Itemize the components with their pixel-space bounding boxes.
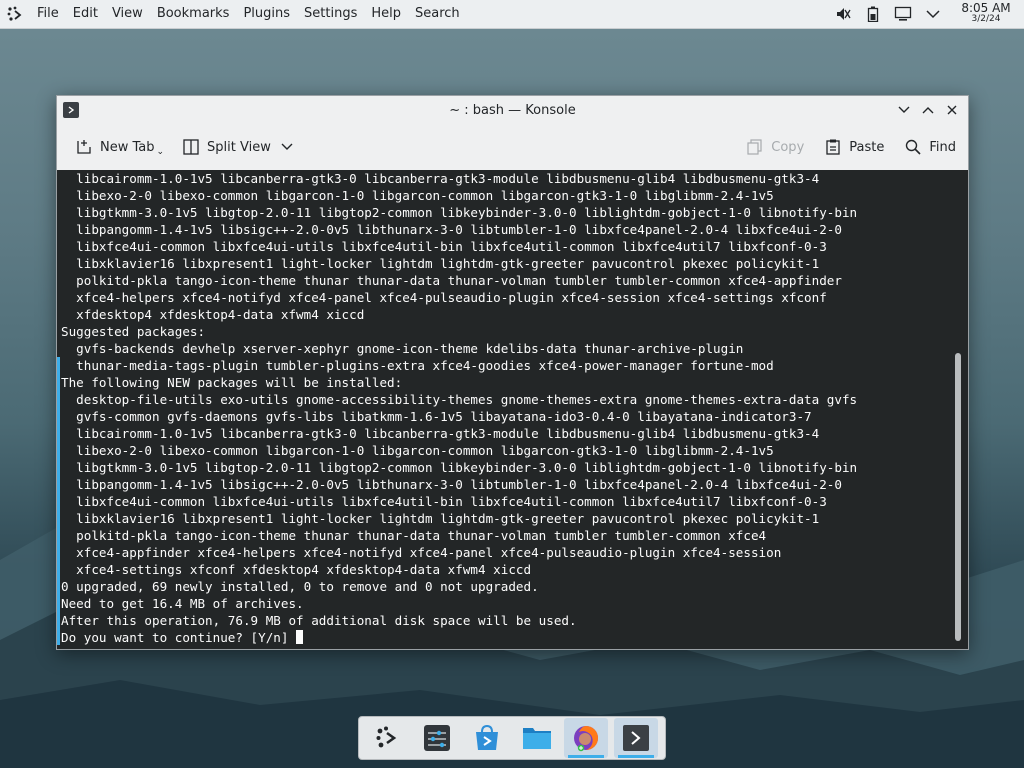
konsole-window: ~ : bash — Konsole New Tab ⌄ Split View	[56, 95, 969, 650]
terminal-line: Need to get 16.4 MB of archives.	[61, 596, 304, 611]
volume-muted-icon[interactable]	[828, 0, 858, 28]
terminal-line: 0 upgraded, 69 newly installed, 0 to rem…	[61, 579, 539, 594]
find-button[interactable]: Find	[898, 131, 962, 163]
menu-plugins[interactable]: Plugins	[236, 0, 297, 28]
window-controls	[892, 98, 964, 122]
minimize-button[interactable]	[892, 98, 916, 122]
maximize-button[interactable]	[916, 98, 940, 122]
new-tab-label: New Tab	[100, 139, 155, 155]
split-view-label: Split View	[207, 139, 271, 155]
menu-edit[interactable]: Edit	[66, 0, 105, 28]
menu-help[interactable]: Help	[364, 0, 408, 28]
terminal-cursor	[296, 630, 304, 644]
copy-icon	[747, 139, 762, 155]
menu-settings[interactable]: Settings	[297, 0, 364, 28]
digital-clock[interactable]: 8:05 AM 3/2/24	[948, 1, 1024, 25]
copy-label: Copy	[771, 139, 805, 155]
split-view-icon	[183, 139, 199, 155]
terminal-line: gvfs-common gvfs-daemons gvfs-libs libat…	[61, 409, 812, 424]
new-tab-button[interactable]: New Tab ⌄	[69, 131, 170, 163]
konsole-icon	[623, 725, 650, 751]
konsole-toolbar: New Tab ⌄ Split View Copy Paste Find	[57, 124, 968, 170]
taskbar	[358, 716, 666, 760]
taskbar-file-manager[interactable]	[515, 718, 559, 758]
split-view-button[interactable]: Split View	[176, 131, 306, 163]
clock-time: 8:05 AM	[961, 1, 1011, 15]
terminal-line: libxklavier16 libxpresent1 light-locker …	[61, 511, 820, 526]
discover-store-icon	[476, 724, 499, 750]
taskbar-firefox[interactable]	[564, 718, 609, 758]
terminal-line: libxfce4ui-common libxfce4ui-utils libxf…	[61, 494, 827, 509]
new-tab-dropdown-icon[interactable]: ⌄	[157, 147, 165, 157]
terminal-line: xfdesktop4 xfdesktop4-data xfwm4 xiccd	[61, 307, 365, 322]
terminal-line: gvfs-backends devhelp xserver-xephyr gno…	[61, 341, 744, 356]
terminal-line: xfce4-helpers xfce4-notifyd xfce4-panel …	[61, 290, 827, 305]
terminal-line: After this operation, 76.9 MB of additio…	[61, 613, 577, 628]
terminal-line: The following NEW packages will be insta…	[61, 375, 403, 390]
terminal-line: libcairomm-1.0-1v5 libcanberra-gtk3-0 li…	[61, 171, 820, 186]
kde-launcher-icon[interactable]	[0, 0, 30, 28]
window-titlebar[interactable]: ~ : bash — Konsole	[57, 96, 968, 124]
terminal-line: desktop-file-utils exo-utils gnome-acces…	[61, 392, 858, 407]
konsole-app-icon[interactable]	[63, 102, 79, 118]
terminal-line: libcairomm-1.0-1v5 libcanberra-gtk3-0 li…	[61, 426, 820, 441]
global-menu-bar: File Edit View Bookmarks Plugins Setting…	[0, 0, 1024, 29]
terminal-line: polkitd-pkla tango-icon-theme thunar thu…	[61, 273, 842, 288]
terminal-line: libgtkmm-3.0-1v5 libgtop-2.0-11 libgtop2…	[61, 205, 858, 220]
menu-search[interactable]: Search	[408, 0, 467, 28]
tray-expand-icon[interactable]	[918, 0, 948, 28]
close-button[interactable]	[940, 98, 964, 122]
terminal-line: xfce4-appfinder xfce4-helpers xfce4-noti…	[61, 545, 782, 560]
network-icon[interactable]	[888, 0, 918, 28]
terminal-line: libxklavier16 libxpresent1 light-locker …	[61, 256, 820, 271]
terminal-scrollbar[interactable]	[955, 353, 961, 641]
system-tray: 8:05 AM 3/2/24	[828, 0, 1024, 28]
terminal-view[interactable]: libcairomm-1.0-1v5 libcanberra-gtk3-0 li…	[57, 170, 968, 649]
terminal-line: xfce4-settings xfconf xfdesktop4 xfdeskt…	[61, 562, 532, 577]
output-marker	[57, 357, 60, 645]
system-settings-icon	[424, 725, 451, 751]
copy-button[interactable]: Copy	[740, 131, 810, 163]
taskbar-system-settings[interactable]	[415, 718, 459, 758]
paste-label: Paste	[849, 139, 885, 155]
terminal-line: Do you want to continue? [Y/n]	[61, 629, 951, 646]
file-manager-icon	[522, 728, 551, 749]
window-title: ~ : bash — Konsole	[449, 102, 576, 118]
taskbar-discover[interactable]	[465, 718, 509, 758]
terminal-line: thunar-media-tags-plugin tumbler-plugins…	[61, 358, 774, 373]
terminal-line: Suggested packages:	[61, 324, 206, 339]
battery-icon[interactable]	[858, 0, 888, 28]
terminal-line: libexo-2-0 libexo-common libgarcon-1-0 l…	[61, 188, 774, 203]
terminal-line: libxfce4ui-common libxfce4ui-utils libxf…	[61, 239, 827, 254]
clock-date: 3/2/24	[971, 14, 1001, 24]
terminal-line: libgtkmm-3.0-1v5 libgtop-2.0-11 libgtop2…	[61, 460, 858, 475]
menu-file[interactable]: File	[30, 0, 66, 28]
menu-bookmarks[interactable]: Bookmarks	[150, 0, 237, 28]
terminal-line: libpangomm-1.4-1v5 libsigc++-2.0-0v5 lib…	[61, 477, 842, 492]
terminal-line: libpangomm-1.4-1v5 libsigc++-2.0-0v5 lib…	[61, 222, 842, 237]
taskbar-launcher[interactable]	[366, 718, 410, 758]
firefox-icon	[574, 726, 599, 752]
chevron-down-icon[interactable]	[281, 143, 293, 151]
terminal-output: libcairomm-1.0-1v5 libcanberra-gtk3-0 li…	[61, 170, 951, 646]
paste-icon	[826, 139, 840, 155]
terminal-prompt: Do you want to continue? [Y/n]	[61, 630, 297, 645]
paste-button[interactable]: Paste	[818, 131, 890, 163]
menu-view[interactable]: View	[105, 0, 150, 28]
terminal-line: polkitd-pkla tango-icon-theme thunar thu…	[61, 528, 767, 543]
new-tab-icon	[77, 140, 91, 154]
taskbar-konsole[interactable]	[614, 718, 659, 758]
terminal-line: libexo-2-0 libexo-common libgarcon-1-0 l…	[61, 443, 774, 458]
kde-launcher-icon	[376, 726, 397, 748]
search-icon	[906, 139, 921, 155]
find-label: Find	[929, 139, 956, 155]
